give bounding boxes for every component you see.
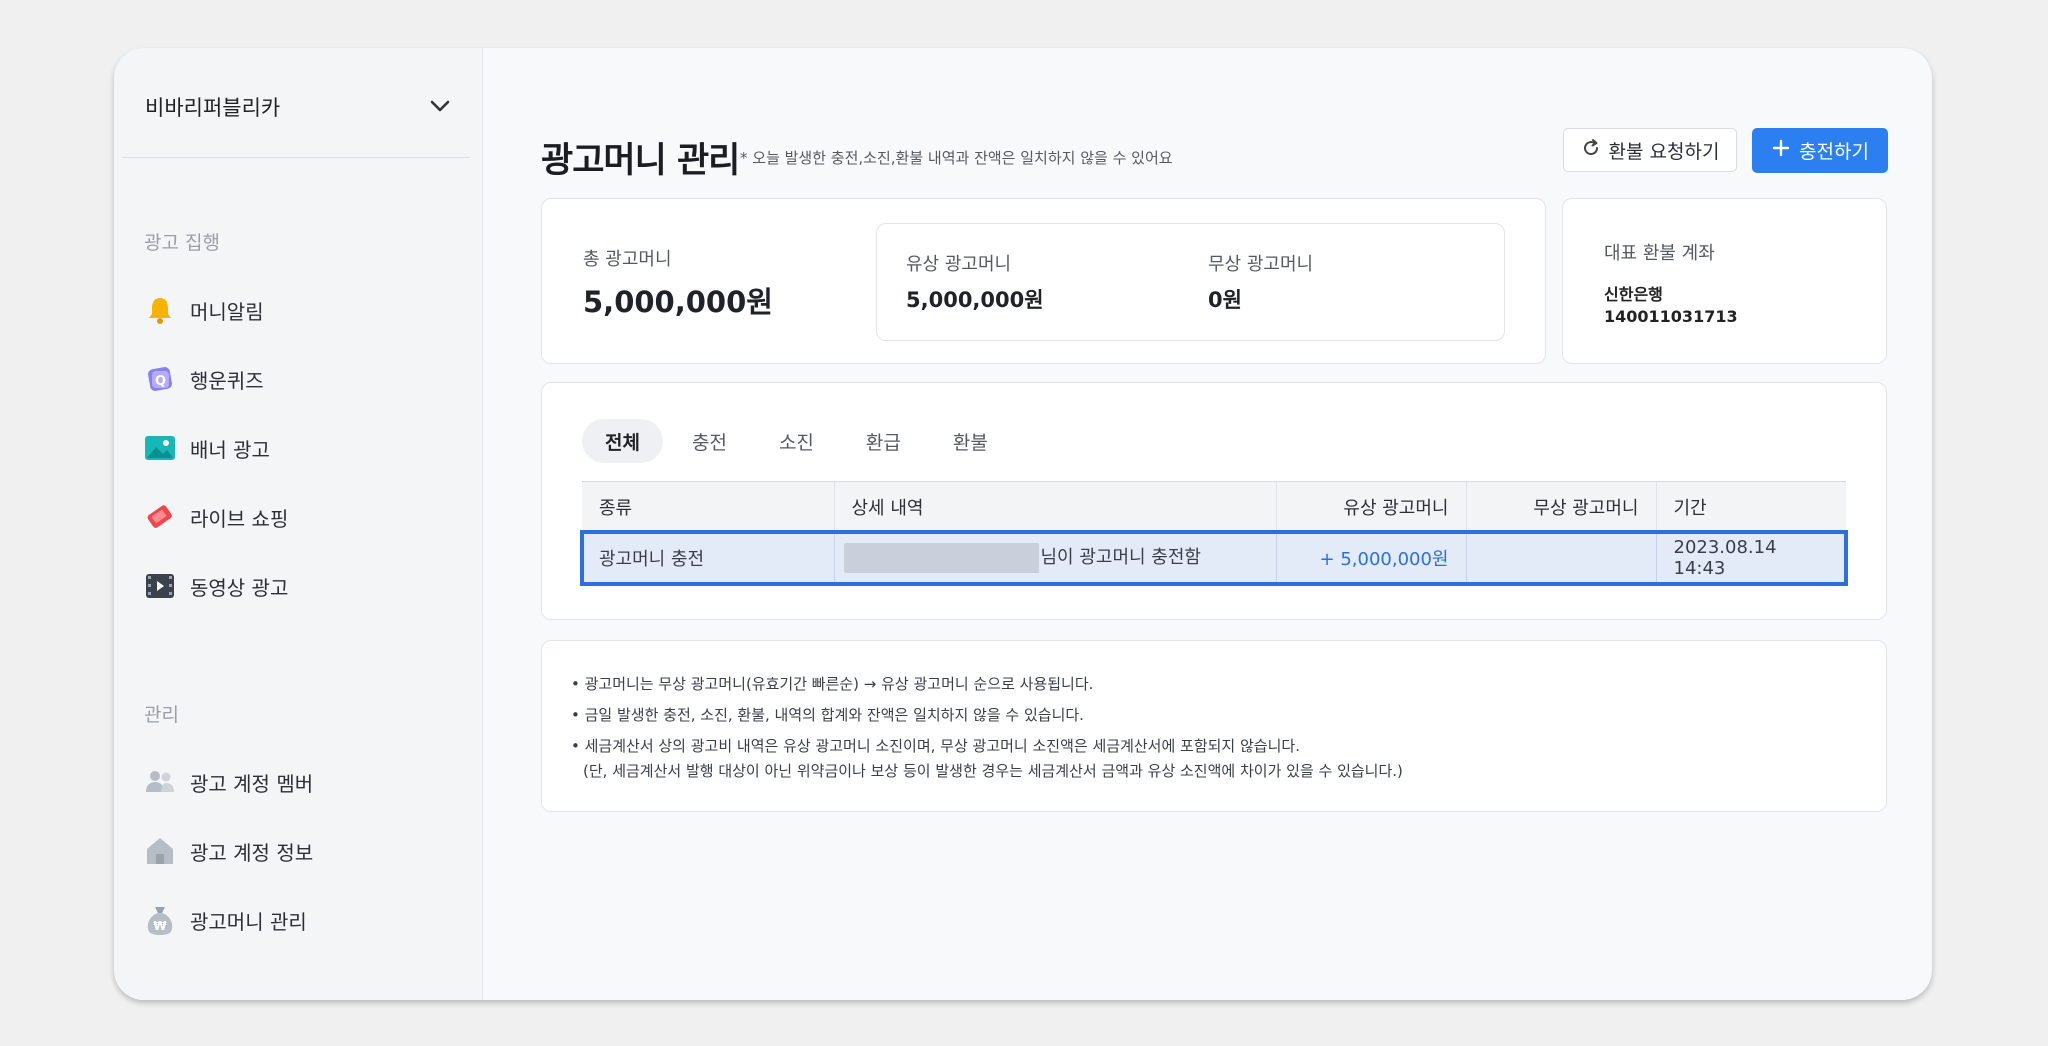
table-header-row: 종류 상세 내역 유상 광고머니 무상 광고머니 기간	[582, 481, 1846, 532]
cell-date: 2023.08.14 14:43	[1656, 531, 1846, 584]
sidebar-item-ad-money[interactable]: ₩ 광고머니 관리	[144, 900, 307, 940]
sidebar-item-banner-ad[interactable]: 배너 광고	[144, 428, 270, 468]
notes-card: • 광고머니는 무상 광고머니(유효기간 빠른순) → 유상 광고머니 순으로 …	[541, 640, 1887, 812]
cell-free	[1466, 531, 1657, 584]
quiz-icon: Q	[144, 363, 176, 395]
total-money-label: 총 광고머니	[583, 249, 672, 270]
refund-request-label: 환불 요청하기	[1608, 140, 1720, 163]
people-icon	[144, 766, 176, 798]
sidebar-item-live-shopping[interactable]: 라이브 쇼핑	[144, 497, 288, 537]
column-header-date: 기간	[1656, 481, 1846, 532]
free-money-value: 0원	[1208, 288, 1242, 312]
paid-money-value: 5,000,000원	[906, 288, 1044, 312]
sidebar-item-label: 머니알림	[190, 299, 264, 324]
live-tag-icon	[144, 501, 176, 533]
svg-text:₩: ₩	[153, 919, 167, 933]
section-title-manage: 관리	[144, 704, 179, 726]
table-row[interactable]: 광고머니 충전 님이 광고머니 충전함 + 5,000,000원 2023.08…	[580, 529, 1848, 586]
paid-money-label: 유상 광고머니	[906, 254, 1012, 275]
column-header-detail: 상세 내역	[834, 481, 1277, 532]
column-header-type: 종류	[582, 481, 835, 532]
tab-charge[interactable]: 충전	[669, 419, 750, 463]
sidebar-item-money-alert[interactable]: 머니알림	[144, 290, 264, 330]
sidebar-item-label: 행운퀴즈	[190, 368, 264, 393]
refund-account-card: 대표 환불 계좌 신한은행 140011031713	[1562, 198, 1887, 364]
sidebar-item-label: 라이브 쇼핑	[190, 506, 289, 531]
chevron-down-icon	[428, 94, 452, 118]
sidebar-item-label: 광고 계정 멤버	[190, 771, 314, 796]
money-breakdown-box: 유상 광고머니 5,000,000원 무상 광고머니 0원	[876, 223, 1505, 341]
sidebar-item-label: 광고머니 관리	[190, 909, 307, 934]
sidebar-item-account-info[interactable]: 광고 계정 정보	[144, 831, 313, 871]
history-table: 종류 상세 내역 유상 광고머니 무상 광고머니 기간 광고머니 충전 님이 광…	[580, 481, 1848, 586]
image-icon	[144, 432, 176, 464]
charge-button[interactable]: 충전하기	[1752, 128, 1888, 173]
history-card: 전체 충전 소진 환급 환불 종류 상세 내역 유상 광고머니 무상 광고머니 …	[541, 382, 1887, 620]
column-header-free: 무상 광고머니	[1466, 481, 1657, 532]
sidebar-item-video-ad[interactable]: 동영상 광고	[144, 566, 288, 606]
page-title: 광고머니 관리	[541, 141, 740, 181]
sidebar: 비바리퍼블리카 광고 집행 머니알림 Q 행운퀴즈 배너 광고 라이브 쇼핑 동…	[114, 48, 483, 1000]
tab-all[interactable]: 전체	[582, 419, 663, 463]
sidebar-item-account-members[interactable]: 광고 계정 멤버	[144, 762, 313, 802]
refund-bank-name: 신한은행	[1604, 285, 1663, 304]
cell-paid: + 5,000,000원	[1276, 531, 1467, 584]
refund-account-label: 대표 환불 계좌	[1604, 243, 1715, 264]
refund-account-number: 140011031713	[1604, 307, 1738, 326]
charge-label: 충전하기	[1799, 141, 1869, 163]
plus-icon	[1771, 138, 1791, 163]
sidebar-item-label: 광고 계정 정보	[190, 840, 314, 865]
tab-reimburse[interactable]: 환급	[843, 419, 924, 463]
history-tabs: 전체 충전 소진 환급 환불	[582, 419, 1017, 463]
sidebar-item-label: 동영상 광고	[190, 575, 289, 600]
svg-text:Q: Q	[155, 374, 166, 389]
note-item: • 광고머니는 무상 광고머니(유효기간 빠른순) → 유상 광고머니 순으로 …	[571, 675, 1094, 693]
free-money-label: 무상 광고머니	[1208, 254, 1314, 275]
refund-request-button[interactable]: 환불 요청하기	[1563, 128, 1737, 172]
video-icon	[144, 570, 176, 602]
sidebar-item-label: 배너 광고	[190, 437, 270, 462]
refresh-icon	[1581, 138, 1601, 163]
money-bag-icon: ₩	[144, 904, 176, 936]
account-name: 비바리퍼블리카	[145, 96, 281, 120]
section-title-ads: 광고 집행	[144, 232, 220, 254]
page-note: * 오늘 발생한 충전,소진,환불 내역과 잔액은 일치하지 않을 수 있어요	[740, 149, 1173, 167]
redacted-name	[843, 542, 1039, 573]
note-item: (단, 세금계산서 발행 대상이 아닌 위약금이나 보상 등이 발생한 경우는 …	[583, 762, 1403, 780]
total-money-value: 5,000,000원	[583, 285, 773, 319]
home-icon	[144, 835, 176, 867]
money-summary-card: 총 광고머니 5,000,000원 유상 광고머니 5,000,000원 무상 …	[541, 198, 1546, 364]
bell-icon	[144, 294, 176, 326]
column-header-paid: 유상 광고머니	[1276, 481, 1467, 532]
cell-detail-text: 님이 광고머니 충전함	[1040, 546, 1201, 568]
tab-refund[interactable]: 환불	[930, 419, 1011, 463]
note-item: • 세금계산서 상의 광고비 내역은 유상 광고머니 소진이며, 무상 광고머니…	[571, 737, 1300, 755]
note-item: • 금일 발생한 충전, 소진, 환불, 내역의 합계와 잔액은 일치하지 않을…	[571, 706, 1084, 724]
sidebar-item-lucky-quiz[interactable]: Q 행운퀴즈	[144, 359, 264, 399]
tab-usage[interactable]: 소진	[756, 419, 837, 463]
cell-type: 광고머니 충전	[582, 531, 835, 584]
cell-detail: 님이 광고머니 충전함	[834, 531, 1277, 584]
account-selector[interactable]: 비바리퍼블리카	[122, 48, 470, 158]
